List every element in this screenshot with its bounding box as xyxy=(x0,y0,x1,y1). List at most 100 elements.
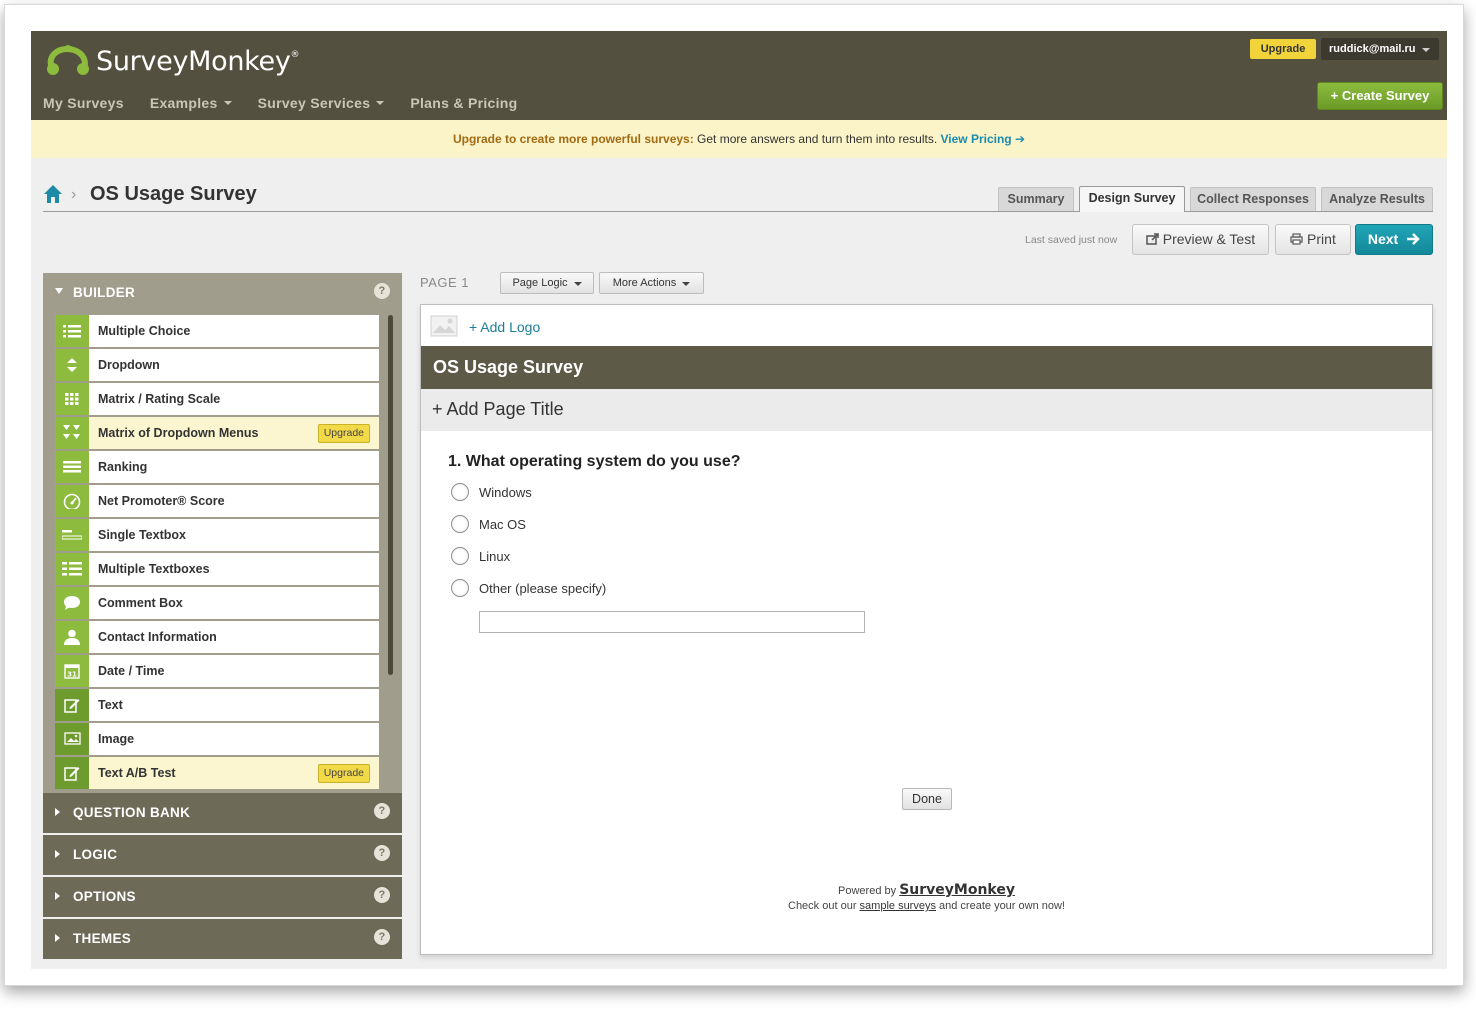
builder-item[interactable]: Matrix / Rating Scale xyxy=(55,383,379,415)
view-pricing-link[interactable]: View Pricing ➔ xyxy=(941,132,1026,146)
next-button[interactable]: Next xyxy=(1355,224,1433,255)
nav-my-surveys[interactable]: My Surveys xyxy=(43,95,124,111)
option-linux[interactable]: Linux xyxy=(451,547,510,565)
home-icon[interactable] xyxy=(43,184,63,204)
builder-item-label: Single Textbox xyxy=(98,528,186,542)
top-header: SurveyMonkey® My Surveys Examples Survey… xyxy=(31,31,1447,120)
updown-icon xyxy=(55,349,89,381)
screenshot-frame: SurveyMonkey® My Surveys Examples Survey… xyxy=(4,4,1464,986)
create-survey-button[interactable]: + Create Survey xyxy=(1317,82,1443,110)
ranking-icon xyxy=(55,451,89,483)
option-other[interactable]: Other (please specify) xyxy=(451,579,606,597)
radio-button[interactable] xyxy=(451,579,469,597)
calendar-icon: 31 xyxy=(55,655,89,687)
logic-panel[interactable]: LOGIC? xyxy=(43,835,402,875)
builder-item[interactable]: Dropdown xyxy=(55,349,379,381)
builder-item-label: Text xyxy=(98,698,123,712)
arrow-right-icon xyxy=(1402,231,1420,247)
chevron-down-icon xyxy=(573,282,582,286)
help-icon[interactable]: ? xyxy=(374,803,390,819)
chevron-down-icon xyxy=(1421,48,1430,52)
triangle-right-icon xyxy=(55,934,60,942)
powered-by-brand-link[interactable]: SurveyMonkey xyxy=(899,882,1015,898)
promo-banner: Upgrade to create more powerful surveys:… xyxy=(31,120,1447,158)
tab-summary[interactable]: Summary xyxy=(998,187,1074,211)
image-icon xyxy=(55,723,89,755)
builder-item[interactable]: Text A/B Test Upgrade xyxy=(55,757,379,789)
chevron-down-icon xyxy=(376,101,385,105)
builder-item-label: Image xyxy=(98,732,135,746)
upgrade-button[interactable]: Upgrade xyxy=(1250,39,1316,59)
builder-item[interactable]: Ranking xyxy=(55,451,379,483)
checkout-text: Check out our sample surveys and create … xyxy=(788,900,1065,912)
svg-text:31: 31 xyxy=(67,671,77,679)
builder-header[interactable]: BUILDER ? xyxy=(43,273,402,313)
tab-design-survey[interactable]: Design Survey xyxy=(1079,186,1185,212)
promo-text: Get more answers and turn them into resu… xyxy=(693,132,941,146)
builder-item[interactable]: Image xyxy=(55,723,379,755)
help-icon[interactable]: ? xyxy=(374,887,390,903)
powered-by: Powered by SurveyMonkey xyxy=(838,882,1015,898)
builder-item[interactable]: Text xyxy=(55,689,379,721)
gauge-icon xyxy=(55,485,89,517)
option-mac-os[interactable]: Mac OS xyxy=(451,515,526,533)
triangle-right-icon xyxy=(55,850,60,858)
nav-survey-services[interactable]: Survey Services xyxy=(258,95,385,111)
builder-item[interactable]: Net Promoter® Score xyxy=(55,485,379,517)
survey-title-band[interactable]: OS Usage Survey xyxy=(421,346,1432,389)
builder-item[interactable]: Multiple Textboxes xyxy=(55,553,379,585)
account-menu[interactable]: ruddick@mail.ru xyxy=(1321,38,1439,60)
builder-item[interactable]: Matrix of Dropdown Menus Upgrade xyxy=(55,417,379,449)
tab-analyze-results[interactable]: Analyze Results xyxy=(1321,187,1433,211)
upgrade-badge[interactable]: Upgrade xyxy=(317,764,370,783)
radio-button[interactable] xyxy=(451,515,469,533)
done-button[interactable]: Done xyxy=(902,788,952,810)
other-specify-input[interactable] xyxy=(479,611,865,633)
builder-item-label: Dropdown xyxy=(98,358,160,372)
share-icon xyxy=(1146,231,1163,247)
more-actions-button[interactable]: More Actions xyxy=(599,272,704,294)
themes-panel[interactable]: THEMES? xyxy=(43,919,402,959)
builder-item-label: Multiple Textboxes xyxy=(98,562,210,576)
sample-surveys-link[interactable]: sample surveys xyxy=(860,900,936,912)
nav-examples[interactable]: Examples xyxy=(150,95,232,111)
speech-bubble-icon xyxy=(55,587,89,619)
logo[interactable]: SurveyMonkey® xyxy=(45,41,300,81)
help-icon[interactable]: ? xyxy=(374,929,390,945)
option-windows[interactable]: Windows xyxy=(451,483,532,501)
builder-item[interactable]: Multiple Choice xyxy=(55,315,379,347)
tab-collect-responses[interactable]: Collect Responses xyxy=(1190,187,1316,211)
triangle-down-icon xyxy=(55,288,63,294)
page-title: OS Usage Survey xyxy=(90,183,257,205)
image-placeholder-icon xyxy=(430,315,458,337)
builder-item[interactable]: Comment Box xyxy=(55,587,379,619)
scrollbar[interactable] xyxy=(388,315,393,675)
radio-button[interactable] xyxy=(451,483,469,501)
triangle-right-icon xyxy=(55,808,60,816)
list-icon xyxy=(55,315,89,347)
breadcrumb-separator: › xyxy=(71,186,77,203)
add-logo-link[interactable]: + Add Logo xyxy=(469,319,540,335)
builder-item[interactable]: Single Textbox xyxy=(55,519,379,551)
options-panel[interactable]: OPTIONS? xyxy=(43,877,402,917)
nav-plans-pricing[interactable]: Plans & Pricing xyxy=(410,95,517,111)
chevron-down-icon xyxy=(682,282,691,286)
textbox-icon xyxy=(55,519,89,551)
question-bank-panel[interactable]: QUESTION BANK? xyxy=(43,793,402,833)
page-logic-button[interactable]: Page Logic xyxy=(500,272,594,294)
preview-test-button[interactable]: Preview & Test xyxy=(1132,224,1269,255)
builder-item-label: Matrix / Rating Scale xyxy=(98,392,221,406)
edit-icon xyxy=(55,757,89,789)
upgrade-badge[interactable]: Upgrade xyxy=(317,424,370,443)
user-email: ruddick@mail.ru xyxy=(1329,43,1416,55)
print-button[interactable]: Print xyxy=(1275,224,1351,255)
add-page-title[interactable]: + Add Page Title xyxy=(421,389,1432,431)
last-saved-status: Last saved just now xyxy=(1025,234,1118,246)
question-title[interactable]: 1. What operating system do you use? xyxy=(448,453,741,471)
builder-item[interactable]: Contact Information xyxy=(55,621,379,653)
builder-item[interactable]: 31 Date / Time xyxy=(55,655,379,687)
help-icon[interactable]: ? xyxy=(374,845,390,861)
radio-button[interactable] xyxy=(451,547,469,565)
edit-icon xyxy=(55,689,89,721)
help-icon[interactable]: ? xyxy=(374,283,390,299)
